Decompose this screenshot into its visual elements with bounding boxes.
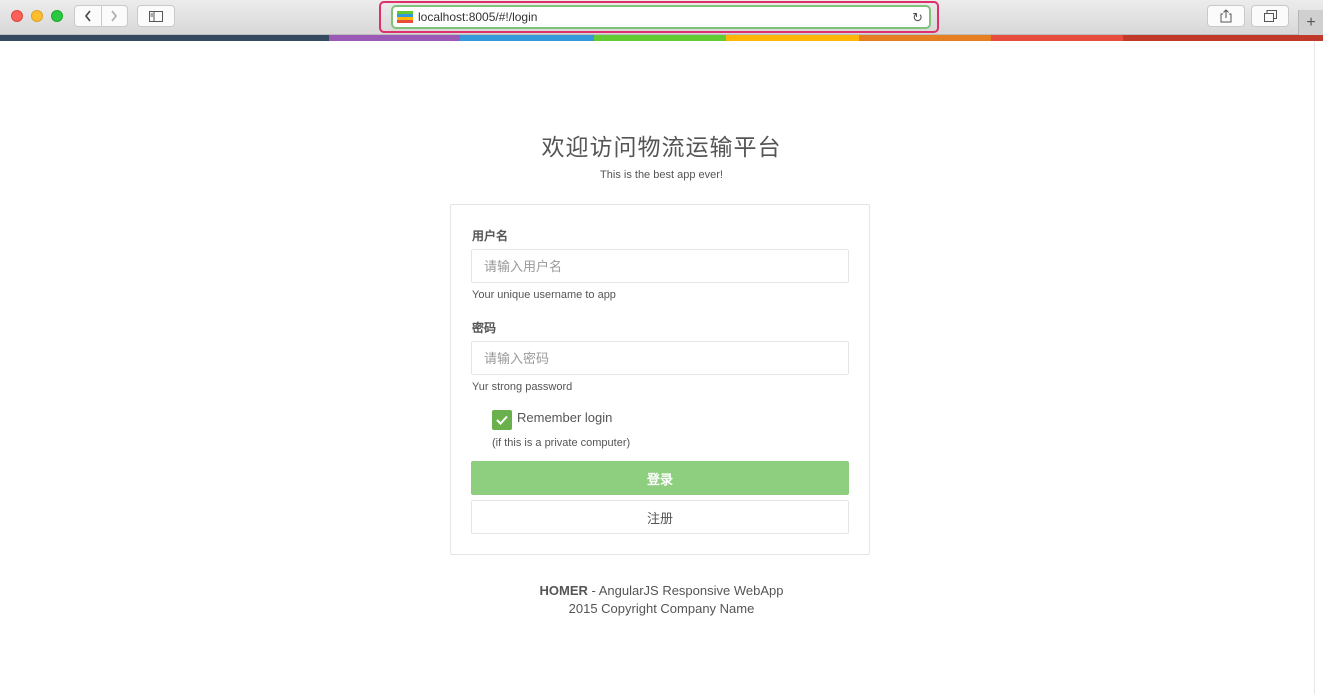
chevron-left-icon — [84, 10, 91, 22]
color-strip — [0, 35, 1323, 41]
url-text: localhost:8005/#!/login — [418, 10, 538, 24]
back-button[interactable] — [75, 6, 101, 26]
remember-checkbox[interactable] — [492, 410, 512, 430]
share-icon — [1220, 9, 1232, 23]
strip-segment — [329, 35, 460, 41]
reload-icon[interactable]: ↻ — [912, 10, 923, 26]
zoom-window-button[interactable] — [51, 10, 63, 22]
tabs-icon — [1263, 10, 1277, 22]
footer-brand: HOMER — [539, 583, 588, 598]
username-help: Your unique username to app — [472, 289, 616, 301]
sidebar-button[interactable] — [137, 5, 175, 27]
close-window-button[interactable] — [11, 10, 23, 22]
footer-copyright: 2015 Copyright Company Name — [568, 601, 755, 616]
minimize-window-button[interactable] — [31, 10, 43, 22]
strip-segment — [0, 35, 329, 41]
favicon-icon — [397, 11, 413, 23]
remember-label[interactable]: Remember login — [517, 410, 612, 425]
strip-segment — [460, 35, 594, 41]
register-button[interactable]: 注册 — [471, 500, 849, 534]
chevron-right-icon — [111, 10, 118, 22]
password-label: 密码 — [472, 321, 497, 335]
password-help: Yur strong password — [472, 381, 573, 393]
login-button[interactable]: 登录 — [471, 461, 849, 495]
username-label: 用户名 — [472, 229, 509, 243]
strip-segment — [859, 35, 991, 41]
strip-segment — [1123, 35, 1323, 41]
strip-segment — [991, 35, 1123, 41]
checkmark-icon — [496, 415, 508, 425]
page-title: 欢迎访问物流运输平台 — [541, 134, 782, 160]
scrollbar-track[interactable] — [1314, 41, 1323, 694]
address-bar[interactable]: localhost:8005/#!/login ↻ — [391, 5, 931, 29]
tabs-button[interactable] — [1251, 5, 1289, 27]
footer-line-1: HOMER - AngularJS Responsive WebApp — [0, 582, 1323, 600]
browser-toolbar: localhost:8005/#!/login ↻ + — [0, 0, 1323, 35]
share-button[interactable] — [1207, 5, 1245, 27]
login-panel: 用户名 Your unique username to app 密码 Yur s… — [450, 204, 870, 555]
footer: HOMER - AngularJS Responsive WebApp 2015… — [0, 582, 1323, 618]
footer-tagline: - AngularJS Responsive WebApp — [587, 583, 784, 598]
strip-segment — [726, 35, 859, 41]
username-input[interactable] — [471, 249, 849, 283]
sidebar-icon — [149, 10, 163, 22]
remember-help: (if this is a private computer) — [492, 437, 631, 449]
new-tab-button[interactable]: + — [1298, 10, 1323, 35]
password-input[interactable] — [471, 341, 849, 375]
page-subtitle: This is the best app ever! — [600, 169, 723, 181]
strip-segment — [594, 35, 726, 41]
nav-buttons — [74, 5, 128, 27]
forward-button[interactable] — [100, 6, 128, 26]
